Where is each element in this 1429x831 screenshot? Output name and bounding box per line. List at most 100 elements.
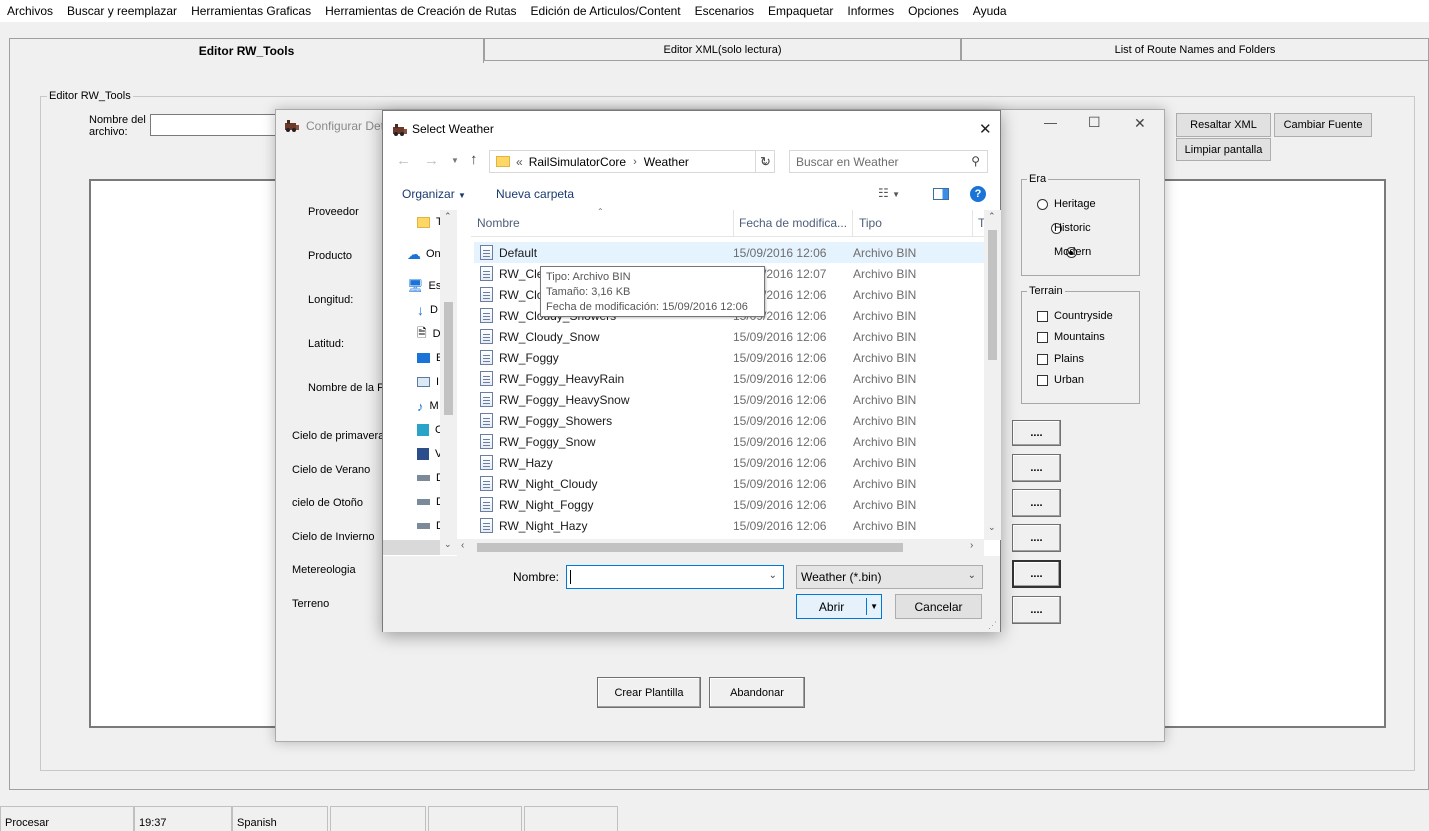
browse-verano-button[interactable]: .... [1012, 454, 1061, 482]
tab-editor-xml[interactable]: Editor XML(solo lectura) [484, 38, 961, 60]
tab-route-names[interactable]: List of Route Names and Folders [961, 38, 1429, 60]
cancelar-button[interactable]: Cancelar [895, 594, 982, 619]
crear-plantilla-button[interactable]: Crear Plantilla [597, 677, 701, 708]
forward-arrow-icon[interactable]: → [424, 152, 439, 169]
browse-primavera-button[interactable]: .... [1012, 420, 1061, 446]
menu-ayuda[interactable]: Ayuda [966, 4, 1014, 18]
help-icon[interactable]: ? [970, 186, 986, 202]
view-options-icon[interactable]: ☷ ▼ [878, 186, 900, 200]
preview-pane-icon[interactable] [933, 188, 949, 200]
abandonar-button[interactable]: Abandonar [709, 677, 805, 708]
tab-editor-rw-tools[interactable]: Editor RW_Tools [9, 38, 484, 63]
nav-item-downloads[interactable]: ↓ D [417, 298, 438, 322]
menu-herramientas-rutas[interactable]: Herramientas de Creación de Rutas [318, 4, 523, 18]
menu-herramientas-graficas[interactable]: Herramientas Graficas [184, 4, 318, 18]
vscroll-thumb[interactable] [988, 230, 997, 360]
nueva-carpeta-button[interactable]: Nueva carpeta [496, 187, 574, 201]
abrir-button[interactable]: Abrir ▼ [796, 594, 882, 619]
hscroll-left-icon[interactable]: ‹ [461, 540, 464, 551]
nav-scroll-thumb[interactable] [444, 302, 453, 415]
terrain-mountains-checkbox[interactable] [1037, 332, 1048, 343]
file-icon [480, 497, 493, 512]
cielo-primavera-label: Cielo de primavera [292, 430, 385, 442]
nav-item-onedrive[interactable]: ☁ On [407, 242, 441, 266]
file-row[interactable]: RW_Night_Cloudy 15/09/2016 12:06 Archivo B… [474, 473, 984, 494]
browse-otono-button[interactable]: .... [1012, 489, 1061, 517]
file-row[interactable]: RW_Night_Foggy 15/09/2016 12:06 Archivo BI… [474, 494, 984, 515]
file-list-hscrollbar[interactable]: ‹ › [457, 539, 984, 556]
column-date[interactable]: Fecha de modifica... [739, 216, 847, 230]
menu-empaquetar[interactable]: Empaquetar [761, 4, 840, 18]
menu-informes[interactable]: Informes [840, 4, 901, 18]
nav-item-documents[interactable]: 🗎 D [417, 322, 441, 346]
filename-input[interactable] [150, 114, 280, 136]
file-row[interactable]: RW_Foggy 15/09/2016 12:06 Archivo BIN [474, 347, 984, 368]
menu-opciones[interactable]: Opciones [901, 4, 966, 18]
vscroll-up-icon[interactable]: ⌃ [988, 211, 996, 222]
nav-scroll-up-icon[interactable]: ⌃ [444, 211, 452, 222]
file-row[interactable]: RW_Foggy_Showers 15/09/2016 12:06 Archivo … [474, 410, 984, 431]
browse-invierno-button[interactable]: .... [1012, 524, 1061, 552]
dialog-footer: Nombre: ⌄ Weather (*.bin) ⌄ Abrir ▼ Canc… [383, 556, 1000, 632]
file-row[interactable]: RW_Foggy_Snow 15/09/2016 12:06 Archivo BIN [474, 431, 984, 452]
address-bar[interactable]: « RailSimulatorCore › Weather ⌄ [489, 150, 775, 173]
hscroll-thumb[interactable] [477, 543, 903, 552]
browse-terreno-button[interactable]: .... [1012, 596, 1061, 624]
download-icon: ↓ [417, 302, 424, 318]
nav-scrollbar[interactable]: ⌃ ⌄ [440, 210, 457, 555]
file-row[interactable]: RW_Cloudy_Snow 15/09/2016 12:06 Archivo BI… [474, 326, 984, 347]
terrain-urban-checkbox[interactable] [1037, 375, 1048, 386]
menu-archivos[interactable]: Archivos [0, 4, 60, 18]
path-segment-core[interactable]: RailSimulatorCore [529, 155, 626, 169]
minimize-icon[interactable]: — [1044, 115, 1057, 130]
refresh-icon[interactable]: ↻ [755, 150, 775, 173]
status-panel-6 [524, 806, 618, 831]
file-row[interactable]: RW_Foggy_HeavyRain 15/09/2016 12:06 Archiv… [474, 368, 984, 389]
resaltar-xml-button[interactable]: Resaltar XML [1176, 113, 1271, 137]
nav-item-este-equipo[interactable]: 🖥 Es [407, 274, 441, 298]
dialog-close-icon[interactable]: ✕ [979, 120, 992, 138]
file-row[interactable]: RW_Foggy_HeavySnow 15/09/2016 12:06 Archiv… [474, 389, 984, 410]
menu-edicion-articulos[interactable]: Edición de Articulos/Content [524, 4, 688, 18]
file-type-select[interactable]: Weather (*.bin) ⌄ [796, 565, 983, 589]
browse-metereologia-button[interactable]: .... [1012, 560, 1061, 588]
up-arrow-icon[interactable]: ↑ [470, 151, 478, 168]
nav-item-videos[interactable]: V [417, 442, 442, 466]
path-segment-weather[interactable]: Weather [644, 155, 689, 169]
cambiar-fuente-button[interactable]: Cambiar Fuente [1274, 113, 1372, 137]
terrain-plains-checkbox[interactable] [1037, 354, 1048, 365]
search-box[interactable]: Buscar en Weather ⚲ [789, 150, 988, 173]
terrain-countryside-checkbox[interactable] [1037, 311, 1048, 322]
column-divider[interactable] [852, 210, 853, 237]
nombre-dropdown-icon[interactable]: ⌄ [769, 570, 777, 581]
era-heritage-radio[interactable] [1037, 199, 1048, 210]
organizar-button[interactable]: Organizar ▼ [402, 187, 466, 201]
limpiar-pantalla-button[interactable]: Limpiar pantalla [1176, 138, 1271, 161]
recent-dropdown-icon[interactable]: ▼ [451, 156, 459, 165]
column-name[interactable]: Nombre [477, 216, 520, 230]
file-row[interactable]: RW_Hazy 15/09/2016 12:06 Archivo BIN [474, 452, 984, 473]
resize-grip-icon[interactable]: ⋰ [988, 620, 997, 631]
file-icon [480, 455, 493, 470]
back-arrow-icon[interactable]: ← [396, 152, 411, 169]
hscroll-right-icon[interactable]: › [970, 540, 973, 551]
column-divider[interactable] [972, 210, 973, 237]
file-row[interactable]: RW_Night_Hazy 15/09/2016 12:06 Archivo BIN [474, 515, 984, 536]
column-divider[interactable] [733, 210, 734, 237]
close-icon[interactable]: ✕ [1134, 115, 1146, 132]
nombre-input[interactable]: ⌄ [566, 565, 784, 589]
vscroll-down-icon[interactable]: ⌄ [988, 522, 996, 533]
column-type[interactable]: Tipo [859, 216, 882, 230]
nav-item-images[interactable]: I [417, 370, 439, 394]
file-list-vscrollbar[interactable]: ⌃ ⌄ [984, 210, 1001, 540]
menu-escenarios[interactable]: Escenarios [688, 4, 761, 18]
maximize-icon[interactable]: ☐ [1088, 114, 1101, 131]
terrain-plains-label: Plains [1054, 353, 1084, 365]
editor-group-title: Editor RW_Tools [47, 90, 133, 102]
file-row-default[interactable]: Default 15/09/2016 12:06 Archivo BIN [474, 242, 984, 263]
nav-item-music[interactable]: ♪ M [417, 394, 439, 418]
menu-buscar-reemplazar[interactable]: Buscar y reemplazar [60, 4, 184, 18]
nav-scroll-down-icon[interactable]: ⌄ [444, 539, 452, 550]
abrir-dropdown-icon[interactable]: ▼ [867, 602, 881, 611]
nav-item-folder[interactable]: T [417, 210, 443, 234]
